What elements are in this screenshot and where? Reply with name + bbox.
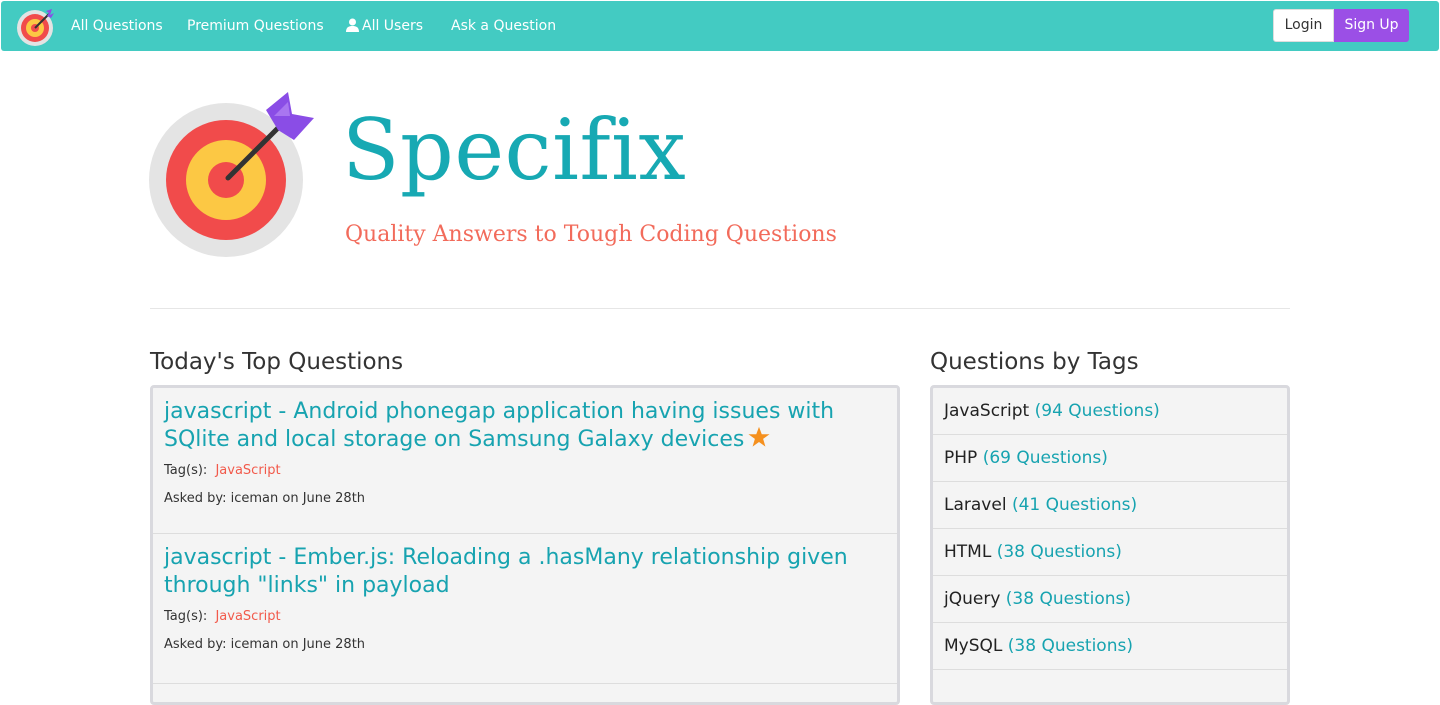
user-icon <box>346 18 359 32</box>
tag-name: jQuery <box>944 589 1001 609</box>
question-title: javascript - Android phonegap applicatio… <box>164 399 835 452</box>
tagline: Quality Answers to Tough Coding Question… <box>345 222 837 247</box>
question-title-link[interactable]: javascript - Ember.js: Reloading a .hasM… <box>164 544 864 600</box>
tag-name: MySQL <box>944 636 1003 656</box>
tag-count[interactable]: (94 Questions) <box>1035 401 1160 421</box>
top-questions-panel: javascript - Android phonegap applicatio… <box>150 385 900 705</box>
tag-count[interactable]: (69 Questions) <box>983 448 1108 468</box>
question-title-link[interactable]: javascript - Android phonegap applicatio… <box>164 398 864 454</box>
brand-name: Specifix <box>342 101 687 199</box>
top-questions-heading: Today's Top Questions <box>150 349 404 375</box>
nav-all-users[interactable]: All Users <box>346 1 423 51</box>
tags-label: Tag(s): <box>164 463 208 478</box>
question-tags: Tag(s): JavaScript <box>164 462 886 480</box>
tag-name: Laravel <box>944 495 1007 515</box>
target-logo-icon[interactable] <box>16 7 56 47</box>
tag-name: HTML <box>944 542 992 562</box>
tag-name: PHP <box>944 448 978 468</box>
question-item: javascript - Ember.js: Reloading a .hasM… <box>153 534 897 684</box>
tag-count[interactable]: (38 Questions) <box>1006 589 1131 609</box>
tag-item-html[interactable]: HTML (38 Questions) <box>933 529 1287 576</box>
question-tags: Tag(s): JavaScript <box>164 608 886 626</box>
tag-link[interactable]: JavaScript <box>215 463 280 478</box>
nav-ask-question[interactable]: Ask a Question <box>451 1 556 51</box>
tag-count[interactable]: (38 Questions) <box>1008 636 1133 656</box>
signup-button[interactable]: Sign Up <box>1334 9 1409 42</box>
nav-all-questions[interactable]: All Questions <box>71 1 163 51</box>
tags-heading: Questions by Tags <box>930 349 1139 375</box>
tag-link[interactable]: JavaScript <box>215 609 280 624</box>
question-asked-by: Asked by: iceman on June 28th <box>164 491 366 506</box>
tag-item-jquery[interactable]: jQuery (38 Questions) <box>933 576 1287 623</box>
tag-name: JavaScript <box>944 401 1030 421</box>
divider <box>150 308 1290 309</box>
question-item: javascript - Android phonegap applicatio… <box>153 388 897 534</box>
nav-all-users-label: All Users <box>362 18 424 34</box>
tag-count[interactable]: (41 Questions) <box>1012 495 1137 515</box>
star-icon <box>748 426 770 447</box>
tags-panel: JavaScript (94 Questions) PHP (69 Questi… <box>930 385 1290 705</box>
tag-item-mysql[interactable]: MySQL (38 Questions) <box>933 623 1287 670</box>
target-arrow-icon <box>149 92 314 257</box>
tags-label: Tag(s): <box>164 609 208 624</box>
tag-item-laravel[interactable]: Laravel (41 Questions) <box>933 482 1287 529</box>
question-asked-by: Asked by: iceman on June 28th <box>164 637 366 652</box>
login-button[interactable]: Login <box>1273 9 1334 42</box>
nav-premium-questions[interactable]: Premium Questions <box>187 1 324 51</box>
tag-item-php[interactable]: PHP (69 Questions) <box>933 435 1287 482</box>
tag-item-javascript[interactable]: JavaScript (94 Questions) <box>933 388 1287 435</box>
navbar: All Questions Premium Questions All User… <box>1 1 1439 51</box>
tag-count[interactable]: (38 Questions) <box>997 542 1122 562</box>
